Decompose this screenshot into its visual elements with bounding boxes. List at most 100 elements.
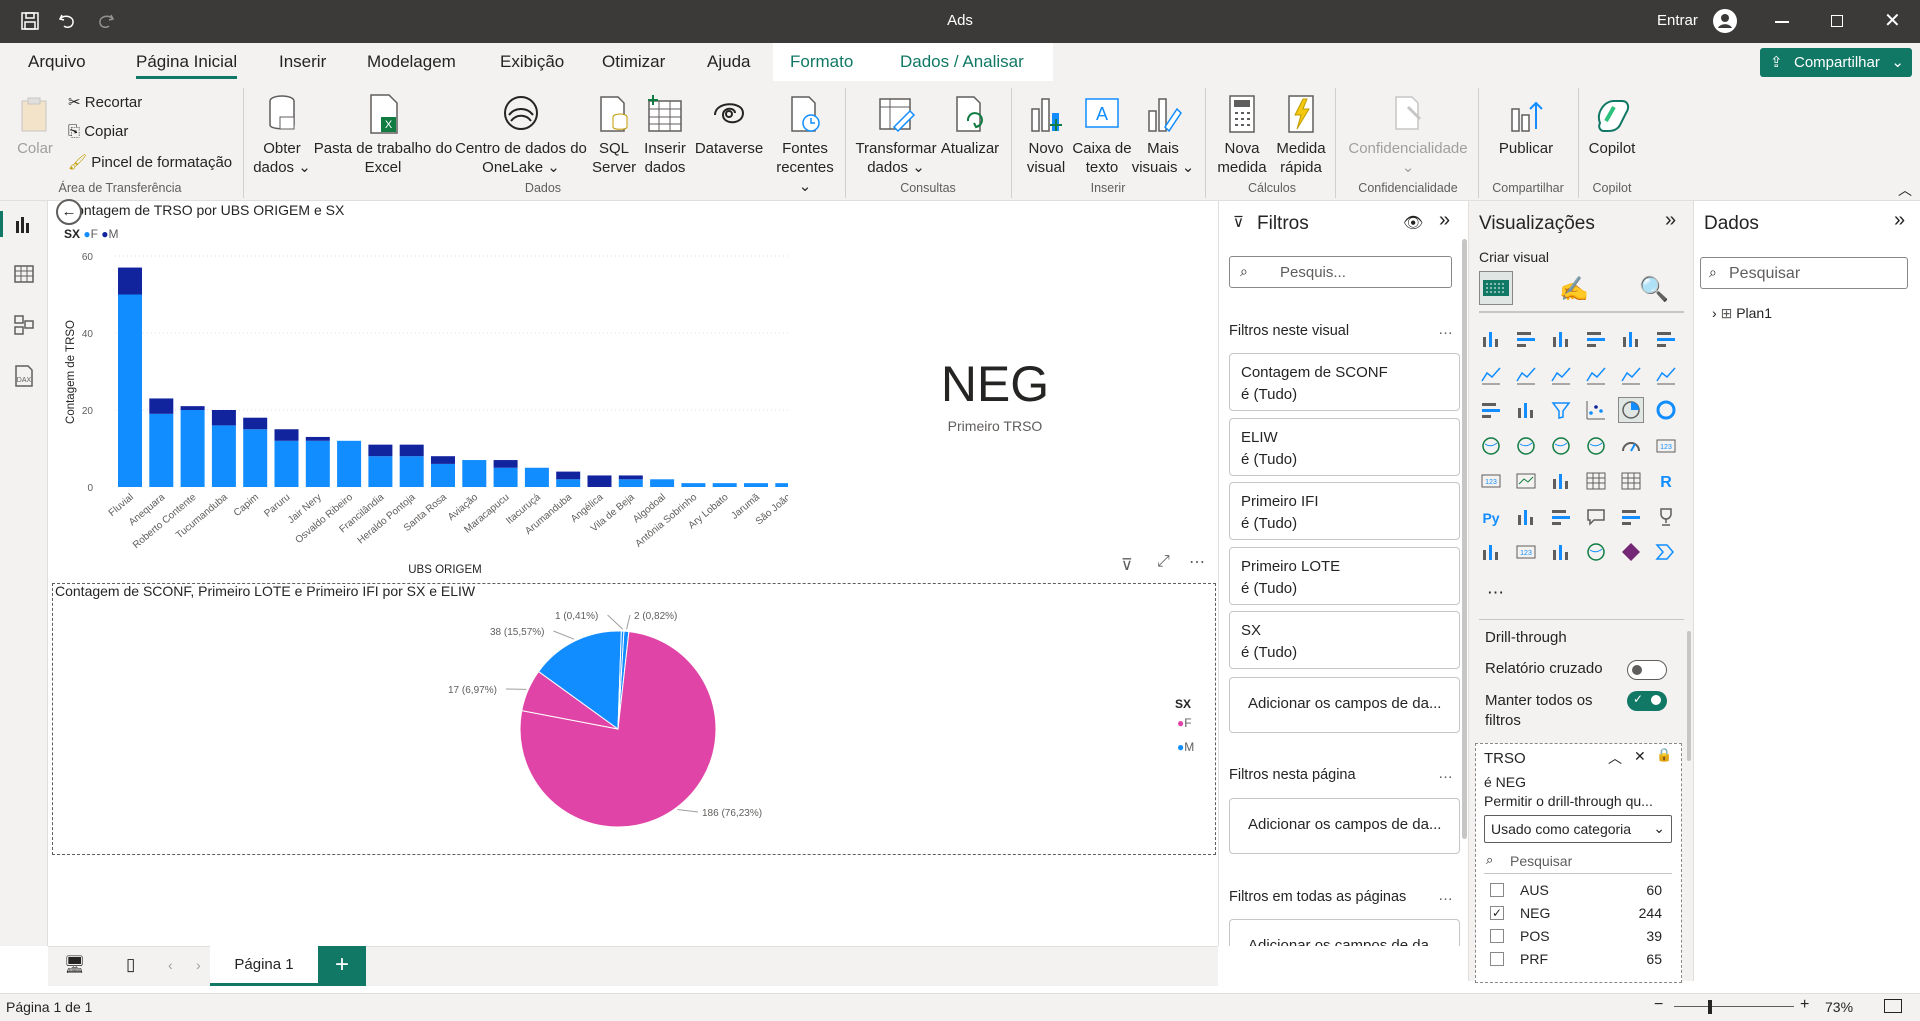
collapse-data-icon[interactable]: »: [1894, 209, 1905, 232]
desktop-layout-icon[interactable]: 🖥: [64, 955, 86, 975]
refresh-button[interactable]: Atualizar: [938, 93, 1002, 158]
model-view-icon[interactable]: [14, 315, 34, 338]
button-slicer-icon[interactable]: [1549, 540, 1573, 564]
transform-data-button[interactable]: Transformar dados ⌄: [852, 93, 940, 177]
collapse-viz-icon[interactable]: »: [1665, 209, 1676, 232]
new-visual-button[interactable]: Novo visual: [1018, 93, 1074, 177]
ribbon-chart-icon[interactable]: [1479, 398, 1503, 422]
build-visual-tab-icon[interactable]: [1479, 271, 1513, 305]
undo-icon[interactable]: [57, 11, 77, 31]
clustered-bar-chart-icon[interactable]: [1549, 327, 1573, 351]
tab-otimizar[interactable]: Otimizar: [602, 52, 665, 72]
filter-card-sconf[interactable]: Contagem de SCONF é (Tudo): [1229, 353, 1460, 411]
sql-server-button[interactable]: SQL Server: [592, 93, 636, 177]
remove-field-icon[interactable]: ✕: [1634, 748, 1646, 765]
100-area-chart-icon[interactable]: [1584, 363, 1608, 387]
dax-query-view-icon[interactable]: DAX: [12, 365, 36, 390]
checkbox[interactable]: [1490, 952, 1504, 966]
report-view-icon[interactable]: [14, 215, 34, 236]
filter-card-primeiro-ifi[interactable]: Primeiro IFI é (Tudo): [1229, 482, 1460, 540]
filters-scrollbar[interactable]: [1462, 239, 1467, 839]
table-view-icon[interactable]: [14, 265, 34, 286]
data-search-input[interactable]: ⌕ Pesquisar: [1700, 257, 1908, 289]
pie-chart[interactable]: 2 (0,82%) 186 (76,23%) 17 (6,97%) 38 (15,57…: [440, 600, 800, 840]
scatter-chart-icon[interactable]: [1584, 398, 1608, 422]
eye-icon[interactable]: 👁: [1403, 213, 1423, 233]
decomposition-tree-icon[interactable]: [1549, 505, 1573, 529]
treemap-icon[interactable]: [1479, 434, 1503, 458]
account-icon[interactable]: [1713, 9, 1737, 33]
format-visual-tab-icon[interactable]: ✍: [1559, 275, 1589, 304]
tab-arquivo[interactable]: Arquivo: [28, 52, 86, 72]
bar-chart[interactable]: 6040200Contagem de TRSOUBS ORIGEMFluvial…: [48, 240, 788, 580]
stacked-column-chart-icon[interactable]: [1514, 327, 1538, 351]
tab-pagina-inicial[interactable]: Página Inicial: [136, 52, 238, 79]
fit-to-page-icon[interactable]: [1884, 999, 1902, 1013]
copy-button[interactable]: ⎘ Copiar: [68, 123, 128, 140]
tab-dados-analisar[interactable]: Dados / Analisar: [900, 52, 1024, 72]
smart-narrative-icon[interactable]: [1619, 505, 1643, 529]
restore-icon[interactable]: [1831, 15, 1843, 27]
tab-inserir[interactable]: Inserir: [279, 52, 326, 72]
key-influencers-icon[interactable]: [1514, 505, 1538, 529]
dataverse-button[interactable]: Dataverse: [693, 93, 765, 158]
back-arrow-icon[interactable]: ←: [56, 199, 82, 225]
lock-icon[interactable]: 🔒: [1656, 747, 1672, 763]
map-icon[interactable]: [1514, 434, 1538, 458]
tab-ajuda[interactable]: Ajuda: [707, 52, 750, 72]
redo-icon[interactable]: [96, 11, 116, 31]
more-options-icon[interactable]: …: [1438, 321, 1454, 338]
textbox-button[interactable]: A Caixa de texto: [1072, 93, 1132, 177]
mobile-layout-icon[interactable]: ▯: [126, 955, 135, 975]
value-row[interactable]: POS 39: [1484, 926, 1672, 948]
checkbox[interactable]: [1490, 929, 1504, 943]
more-options-icon[interactable]: …: [1438, 765, 1454, 782]
enter-data-button[interactable]: Inserir dados: [640, 93, 690, 177]
stacked-bar-chart-icon[interactable]: [1479, 327, 1503, 351]
more-options-icon[interactable]: …: [1438, 887, 1454, 904]
line-column-chart-icon[interactable]: [1619, 363, 1643, 387]
azure-map-icon[interactable]: [1584, 434, 1608, 458]
filter-icon[interactable]: ⊽: [1121, 555, 1133, 575]
used-as-select[interactable]: Usado como categoria ⌄: [1484, 815, 1672, 843]
add-fields-visual-dropzone[interactable]: Adicionar os campos de da...: [1229, 677, 1460, 733]
checkbox[interactable]: [1490, 883, 1504, 897]
filter-card-primeiro-lote[interactable]: Primeiro LOTE é (Tudo): [1229, 547, 1460, 605]
table-icon[interactable]: [1584, 469, 1608, 493]
zoom-slider[interactable]: [1674, 1006, 1794, 1007]
add-fields-page-dropzone[interactable]: Adicionar os campos de da...: [1229, 798, 1460, 854]
minimize-icon[interactable]: [1775, 21, 1789, 23]
paste-button[interactable]: Colar: [14, 95, 56, 158]
chevron-up-icon[interactable]: ︿: [1608, 748, 1622, 768]
goals-icon[interactable]: [1654, 505, 1678, 529]
add-page-button[interactable]: +: [318, 946, 366, 986]
publish-button[interactable]: Publicar: [1490, 93, 1562, 158]
page-tab-1[interactable]: Página 1: [210, 946, 318, 986]
r-visual-icon[interactable]: R: [1654, 469, 1678, 493]
prev-page-icon[interactable]: ‹: [168, 957, 173, 973]
tab-modelagem[interactable]: Modelagem: [367, 52, 456, 72]
clustered-column-chart-icon[interactable]: [1584, 327, 1608, 351]
analytics-tab-icon[interactable]: 🔍: [1639, 275, 1669, 304]
filter-card-sx[interactable]: SX é (Tudo): [1229, 611, 1460, 669]
keep-filters-toggle[interactable]: ✓: [1627, 691, 1667, 711]
paginated-report-icon[interactable]: [1479, 540, 1503, 564]
cut-button[interactable]: ✂ Recortar: [68, 93, 142, 111]
save-icon[interactable]: [20, 11, 40, 31]
qna-icon[interactable]: [1584, 505, 1608, 529]
collapse-ribbon-icon[interactable]: ︿: [1898, 180, 1912, 200]
stacked-area-chart-icon[interactable]: [1549, 363, 1573, 387]
format-painter-button[interactable]: 🖌 Pincel de formatação: [68, 153, 232, 171]
new-card-icon[interactable]: 123: [1514, 540, 1538, 564]
power-automate-icon[interactable]: [1654, 540, 1678, 564]
zoom-slider-thumb[interactable]: [1708, 1000, 1712, 1014]
quick-measure-button[interactable]: Medida rápida: [1270, 93, 1332, 177]
slicer-icon[interactable]: [1549, 469, 1573, 493]
more-options-icon[interactable]: ⋯: [1189, 552, 1206, 572]
zoom-out-icon[interactable]: −: [1654, 996, 1663, 1014]
new-measure-button[interactable]: Nova medida: [1212, 93, 1272, 177]
values-search-input[interactable]: ⌕ Pesquisar: [1484, 850, 1672, 874]
filled-map-icon[interactable]: [1549, 434, 1573, 458]
collapse-filters-icon[interactable]: »: [1439, 209, 1450, 232]
add-fields-all-dropzone[interactable]: Adicionar os campos de da...: [1229, 919, 1460, 946]
